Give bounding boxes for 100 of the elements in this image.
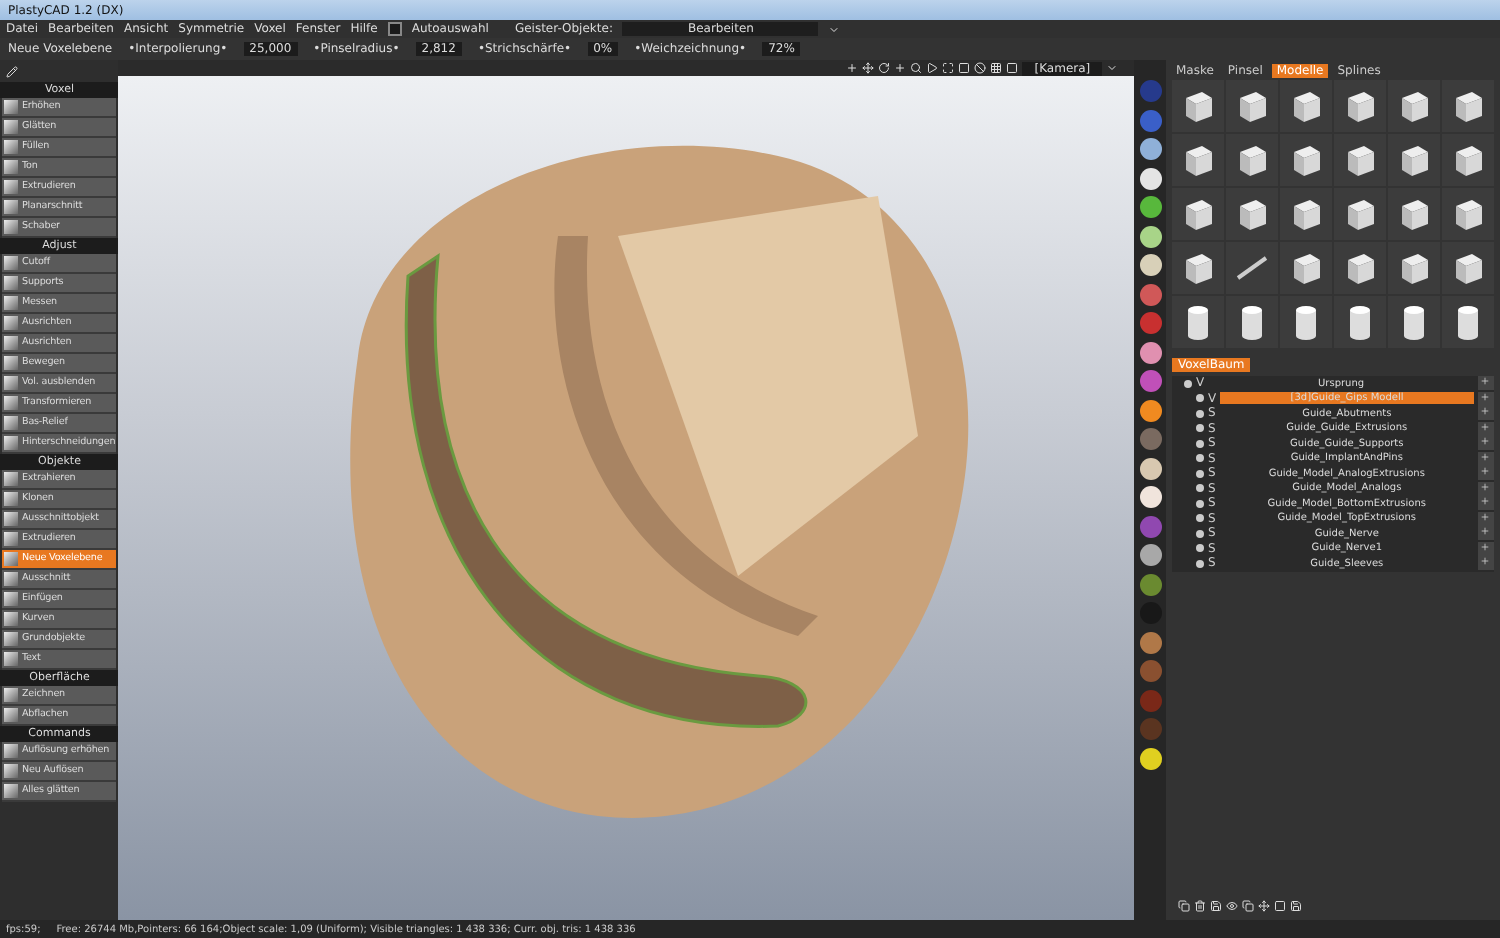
pencil-icon[interactable] (6, 66, 18, 78)
visibility-dot[interactable] (1195, 394, 1204, 403)
cylinder-model-thumbnail[interactable] (1441, 296, 1494, 348)
view-tool-icon[interactable] (990, 62, 1003, 74)
material-swatch[interactable] (1139, 399, 1162, 421)
checkbox[interactable] (387, 22, 402, 36)
cube-model-thumbnail[interactable] (1225, 80, 1278, 132)
cube-model-thumbnail[interactable] (1279, 134, 1332, 186)
cube-model-thumbnail[interactable] (1333, 80, 1386, 132)
add-button[interactable] (1477, 451, 1494, 466)
view-tool-icon[interactable] (862, 62, 875, 74)
material-swatch[interactable] (1139, 370, 1162, 392)
add-button[interactable] (1477, 391, 1494, 406)
add-button[interactable] (1477, 406, 1494, 421)
material-swatch[interactable] (1139, 196, 1162, 218)
cube-model-thumbnail[interactable] (1333, 188, 1386, 240)
material-swatch[interactable] (1139, 660, 1162, 682)
add-button[interactable] (1477, 511, 1494, 526)
cube-model-thumbnail[interactable] (1387, 134, 1440, 186)
add-button[interactable] (1477, 556, 1494, 571)
visibility-dot[interactable] (1195, 499, 1204, 508)
material-swatch[interactable] (1139, 747, 1162, 769)
view-tool-icon[interactable] (910, 62, 923, 74)
tree-action-icon[interactable] (1273, 900, 1286, 912)
cube-model-thumbnail[interactable] (1225, 188, 1278, 240)
material-swatch[interactable] (1139, 428, 1162, 450)
chevron-down-icon[interactable] (828, 23, 841, 35)
cube-model-thumbnail[interactable] (1171, 188, 1224, 240)
tree-action-icon[interactable] (1225, 900, 1238, 912)
cube-model-thumbnail[interactable] (1441, 80, 1494, 132)
view-tool-icon[interactable] (974, 62, 987, 74)
visibility-dot[interactable] (1195, 514, 1204, 523)
view-tool-icon[interactable] (846, 62, 859, 74)
material-swatch[interactable] (1139, 225, 1162, 247)
material-swatch[interactable] (1139, 718, 1162, 740)
cube-model-thumbnail[interactable] (1333, 134, 1386, 186)
add-button[interactable] (1477, 526, 1494, 541)
visibility-dot[interactable] (1195, 469, 1204, 478)
material-swatch[interactable] (1139, 573, 1162, 595)
material-swatch[interactable] (1139, 631, 1162, 653)
material-swatch[interactable] (1139, 515, 1162, 537)
cube-model-thumbnail[interactable] (1225, 134, 1278, 186)
view-tool-icon[interactable] (958, 62, 971, 74)
tree-action-icon[interactable] (1289, 900, 1302, 912)
tree-action-icon[interactable] (1241, 900, 1254, 912)
material-swatch[interactable] (1139, 254, 1162, 276)
material-swatch[interactable] (1139, 457, 1162, 479)
add-button[interactable] (1477, 541, 1494, 556)
tree-action-icon[interactable] (1257, 900, 1270, 912)
visibility-dot[interactable] (1195, 559, 1204, 568)
visibility-dot[interactable] (1195, 529, 1204, 538)
cube-model-thumbnail[interactable] (1387, 242, 1440, 294)
tree-action-icon[interactable] (1209, 900, 1222, 912)
add-button[interactable] (1477, 496, 1494, 511)
view-tool-icon[interactable] (878, 62, 891, 74)
material-swatch[interactable] (1139, 80, 1162, 102)
cube-model-thumbnail[interactable] (1441, 188, 1494, 240)
add-button[interactable] (1477, 481, 1494, 496)
material-swatch[interactable] (1139, 544, 1162, 566)
material-swatch[interactable] (1139, 167, 1162, 189)
material-swatch[interactable] (1139, 341, 1162, 363)
visibility-dot[interactable] (1195, 454, 1204, 463)
add-button[interactable] (1477, 376, 1494, 391)
material-swatch[interactable] (1139, 138, 1162, 160)
tree-action-icon[interactable] (1177, 900, 1190, 912)
material-swatch[interactable] (1139, 283, 1162, 305)
visibility-dot[interactable] (1195, 439, 1204, 448)
visibility-dot[interactable] (1195, 409, 1204, 418)
view-tool-icon[interactable] (1006, 62, 1019, 74)
cube-model-thumbnail[interactable] (1171, 134, 1224, 186)
cube-model-thumbnail[interactable] (1387, 80, 1440, 132)
cube-model-thumbnail[interactable] (1279, 242, 1332, 294)
visibility-dot[interactable] (1195, 544, 1204, 553)
rod-model-thumbnail[interactable] (1225, 242, 1278, 294)
cube-model-thumbnail[interactable] (1333, 242, 1386, 294)
add-button[interactable] (1477, 436, 1494, 451)
view-tool-icon[interactable] (894, 62, 907, 74)
cube-model-thumbnail[interactable] (1441, 134, 1494, 186)
cube-model-thumbnail[interactable] (1279, 80, 1332, 132)
tree-action-icon[interactable] (1193, 900, 1206, 912)
cube-model-thumbnail[interactable] (1171, 80, 1224, 132)
chevron-down-icon[interactable] (1106, 62, 1119, 74)
cube-model-thumbnail[interactable] (1441, 242, 1494, 294)
view-tool-icon[interactable] (926, 62, 939, 74)
cylinder-model-thumbnail[interactable] (1387, 296, 1440, 348)
visibility-dot[interactable] (1183, 379, 1192, 388)
cylinder-model-thumbnail[interactable] (1279, 296, 1332, 348)
add-button[interactable] (1477, 421, 1494, 436)
material-swatch[interactable] (1139, 689, 1162, 711)
visibility-dot[interactable] (1195, 484, 1204, 493)
cylinder-model-thumbnail[interactable] (1171, 296, 1224, 348)
add-button[interactable] (1477, 466, 1494, 481)
cube-model-thumbnail[interactable] (1387, 188, 1440, 240)
visibility-dot[interactable] (1195, 424, 1204, 433)
cube-model-thumbnail[interactable] (1279, 188, 1332, 240)
cylinder-model-thumbnail[interactable] (1333, 296, 1386, 348)
material-swatch[interactable] (1139, 312, 1162, 334)
material-swatch[interactable] (1139, 486, 1162, 508)
material-swatch[interactable] (1139, 109, 1162, 131)
cylinder-model-thumbnail[interactable] (1225, 296, 1278, 348)
